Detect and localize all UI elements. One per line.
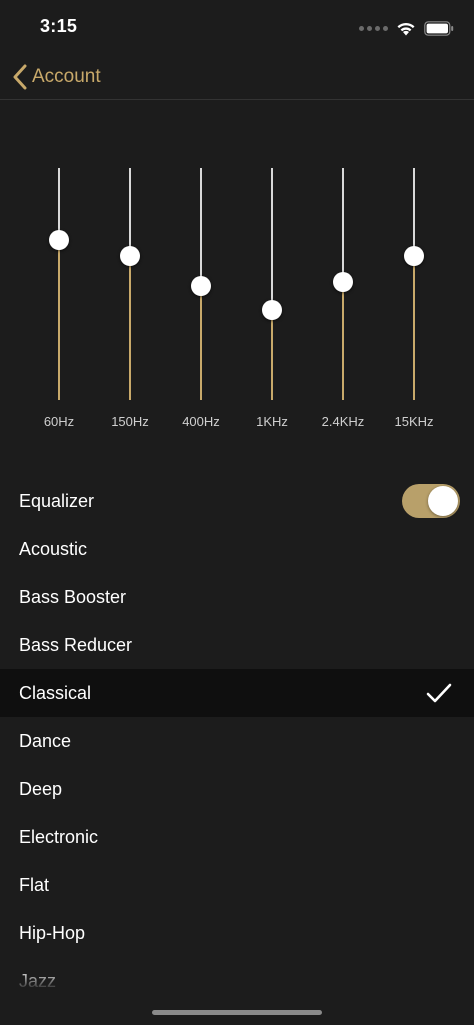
slider-track — [200, 168, 202, 286]
slider-knob[interactable] — [191, 276, 211, 296]
preset-label: Classical — [19, 682, 92, 703]
slider-track — [342, 168, 344, 282]
slider-fill — [342, 282, 344, 400]
wifi-icon — [397, 22, 415, 35]
back-label: Account — [32, 66, 101, 87]
navigation-bar: Account — [0, 54, 474, 100]
eq-slider-2-4khz[interactable] — [323, 168, 363, 400]
battery-icon — [424, 20, 454, 36]
eq-slider-1khz[interactable] — [252, 168, 292, 400]
preset-label: Bass Reducer — [19, 634, 133, 655]
eq-slider-15khz[interactable] — [394, 168, 434, 400]
chevron-left-icon — [13, 64, 27, 90]
eq-band-label: 60Hz — [43, 414, 75, 429]
slider-fill — [413, 256, 415, 400]
eq-band-label: 1KHz — [256, 414, 288, 429]
slider-track — [413, 168, 415, 256]
checkmark-icon — [426, 683, 452, 703]
eq-band-label: 150Hz — [111, 414, 149, 429]
preset-bass-reducer[interactable]: Bass Reducer — [0, 621, 474, 669]
eq-slider-150hz[interactable] — [110, 168, 150, 400]
equalizer-toggle-row: Equalizer — [0, 477, 474, 525]
cellular-signal-icon — [359, 25, 388, 31]
slider-fill — [129, 256, 131, 400]
slider-fill — [58, 240, 60, 400]
preset-hip-hop[interactable]: Hip-Hop — [0, 909, 474, 957]
preset-list: Equalizer Acoustic Bass Booster Bass Red… — [0, 477, 474, 1005]
slider-fill — [200, 286, 202, 400]
preset-label: Flat — [19, 874, 50, 895]
equalizer-toggle-label: Equalizer — [19, 490, 95, 511]
back-button[interactable]: Account — [12, 62, 101, 92]
preset-label: Bass Booster — [19, 586, 127, 607]
preset-label: Electronic — [19, 826, 99, 847]
preset-label: Jazz — [19, 970, 57, 991]
slider-knob[interactable] — [333, 272, 353, 292]
preset-electronic[interactable]: Electronic — [0, 813, 474, 861]
slider-fill — [271, 310, 273, 400]
status-bar: 3:15 — [0, 0, 474, 54]
slider-knob[interactable] — [404, 246, 424, 266]
slider-track — [129, 168, 131, 256]
preset-jazz[interactable]: Jazz — [0, 957, 474, 1005]
preset-classical[interactable]: Classical — [0, 669, 474, 717]
preset-label: Acoustic — [19, 538, 88, 559]
preset-label: Dance — [19, 730, 72, 751]
slider-knob[interactable] — [120, 246, 140, 266]
toggle-knob — [428, 486, 458, 516]
slider-track — [271, 168, 273, 310]
preset-bass-booster[interactable]: Bass Booster — [0, 573, 474, 621]
preset-label: Hip-Hop — [19, 922, 86, 943]
eq-band-label: 400Hz — [182, 414, 220, 429]
eq-band-label: 15KHz — [394, 414, 434, 429]
eq-slider-400hz[interactable] — [181, 168, 221, 400]
equalizer-panel: 60Hz 150Hz 400Hz 1KHz 2.4KHz 15KHz — [0, 101, 474, 461]
eq-band-label: 2.4KHz — [321, 414, 365, 429]
equalizer-toggle-switch[interactable] — [402, 484, 460, 518]
preset-dance[interactable]: Dance — [0, 717, 474, 765]
slider-knob[interactable] — [49, 230, 69, 250]
preset-deep[interactable]: Deep — [0, 765, 474, 813]
slider-knob[interactable] — [262, 300, 282, 320]
status-icons — [359, 18, 454, 38]
eq-slider-60hz[interactable] — [39, 168, 79, 400]
home-indicator[interactable] — [152, 1010, 322, 1015]
preset-acoustic[interactable]: Acoustic — [0, 525, 474, 573]
preset-flat[interactable]: Flat — [0, 861, 474, 909]
status-time: 3:15 — [40, 16, 78, 36]
preset-label: Deep — [19, 778, 63, 799]
